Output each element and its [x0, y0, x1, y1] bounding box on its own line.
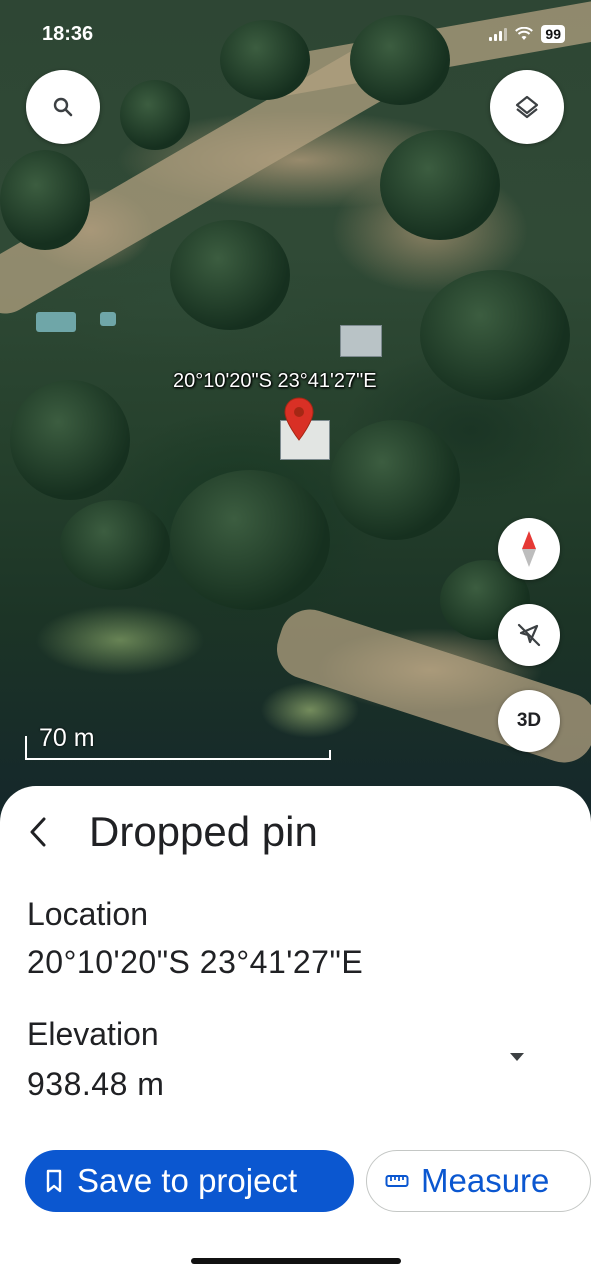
- measure-button-label: Measure: [421, 1162, 550, 1199]
- tree: [170, 470, 330, 610]
- tree: [60, 500, 170, 590]
- wifi-icon: [515, 27, 534, 40]
- layers-button[interactable]: [490, 70, 564, 144]
- location-label: Location: [27, 896, 148, 932]
- dropdown-icon: [510, 1053, 524, 1061]
- search-button[interactable]: [26, 70, 100, 144]
- back-icon: [30, 817, 46, 847]
- search-icon: [53, 97, 73, 117]
- scale-tick: [329, 750, 331, 760]
- pin-coordinates-label: 20°10'20"S 23°41'27"E: [173, 370, 377, 392]
- elevation-unit-dropdown[interactable]: [500, 1044, 534, 1070]
- satellite-map[interactable]: 18:36 99 20°10'20"S 23°41'27"E 3D 70 m: [0, 0, 591, 830]
- pool: [36, 312, 76, 332]
- status-time: 18:36: [42, 23, 94, 45]
- compass-icon: [522, 531, 536, 567]
- save-to-project-button[interactable]: Save to project: [25, 1150, 354, 1212]
- place-details-sheet: Dropped pin Location 20°10'20"S 23°41'27…: [0, 786, 591, 1280]
- ruler-icon: [385, 1175, 409, 1187]
- compass-button[interactable]: [498, 518, 560, 580]
- scale-line: [25, 758, 331, 760]
- scale-tick: [25, 736, 27, 760]
- status-icons: 99: [489, 25, 565, 43]
- 3d-button[interactable]: 3D: [498, 690, 560, 752]
- tree: [420, 270, 570, 400]
- tree: [220, 20, 310, 100]
- battery-indicator: 99: [541, 25, 565, 43]
- tree: [0, 150, 90, 250]
- tree: [170, 220, 290, 330]
- scale-bar: 70 m: [25, 724, 331, 760]
- back-button[interactable]: [18, 810, 58, 854]
- home-indicator[interactable]: [191, 1258, 401, 1264]
- building-roof: [340, 325, 382, 357]
- signal-icon: [489, 27, 508, 41]
- tree: [330, 420, 460, 540]
- my-location-button[interactable]: [498, 604, 560, 666]
- tree: [10, 380, 130, 500]
- layers-icon: [515, 95, 539, 119]
- bookmark-icon: [46, 1169, 62, 1193]
- location-off-icon: [517, 623, 541, 647]
- location-value[interactable]: 20°10'20"S 23°41'27"E: [27, 944, 363, 981]
- pool: [100, 312, 116, 326]
- map-pin-icon[interactable]: [283, 396, 315, 444]
- tree: [350, 15, 450, 105]
- tree: [120, 80, 190, 150]
- measure-button[interactable]: Measure: [366, 1150, 591, 1212]
- elevation-label: Elevation: [27, 1016, 159, 1052]
- tree: [380, 130, 500, 240]
- page-title: Dropped pin: [89, 808, 318, 855]
- elevation-value: 938.48 m: [27, 1066, 165, 1102]
- save-button-label: Save to project: [77, 1162, 298, 1199]
- scale-label: 70 m: [39, 724, 95, 752]
